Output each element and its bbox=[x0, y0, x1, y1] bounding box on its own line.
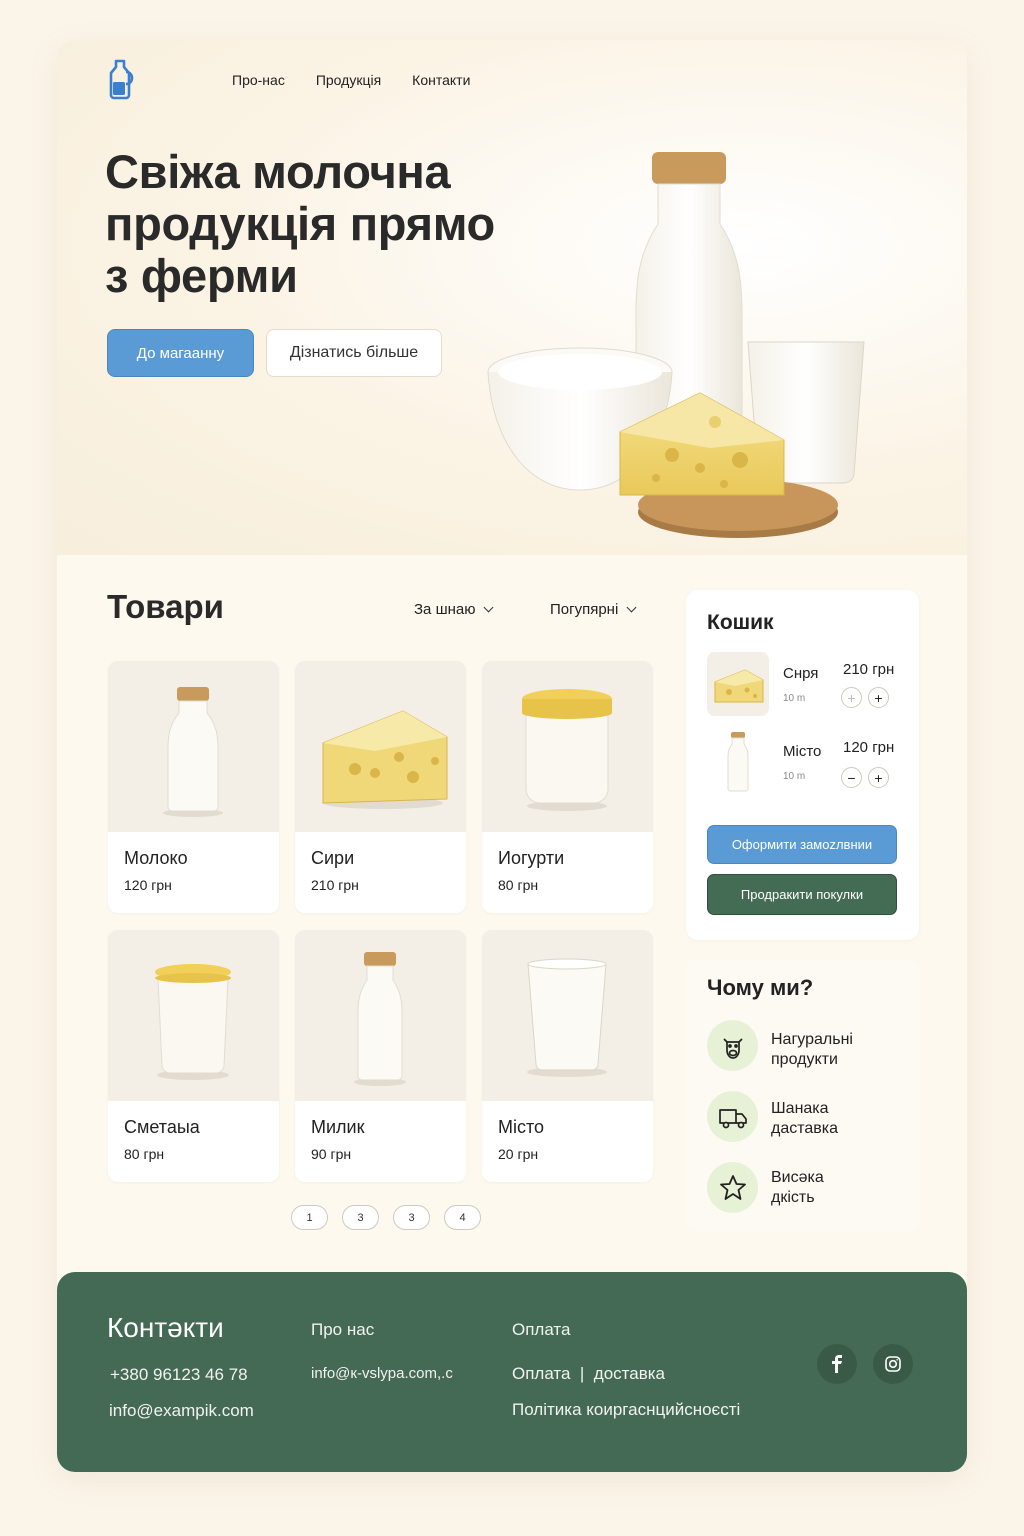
main-nav: Про-нас Продукція Контакти bbox=[232, 72, 470, 88]
product-price: 80 грн bbox=[498, 877, 539, 893]
page-button[interactable]: 4 bbox=[444, 1205, 481, 1230]
feature-text: Нагуральні продукти bbox=[771, 1030, 911, 1070]
cheese-icon bbox=[707, 652, 769, 716]
product-price: 80 грн bbox=[124, 1146, 165, 1162]
cart-item-name: Місто bbox=[783, 743, 822, 760]
why-us-title: Чому ми? bbox=[707, 975, 814, 1000]
nav-contacts[interactable]: Контакти bbox=[412, 72, 470, 88]
cart-item-price: 210 грн bbox=[843, 661, 895, 678]
nav-products[interactable]: Продукція bbox=[316, 72, 381, 88]
product-price: 120 грн bbox=[124, 877, 172, 893]
cheese-icon bbox=[295, 661, 466, 832]
feature-line: дкість bbox=[771, 1189, 815, 1206]
chevron-down-icon bbox=[484, 602, 494, 613]
page-button[interactable]: 3 bbox=[393, 1205, 430, 1230]
milk-bottle-icon bbox=[295, 930, 466, 1101]
product-card[interactable]: Молоко 120 грн bbox=[108, 661, 279, 913]
increase-quantity-button[interactable]: + bbox=[868, 687, 889, 708]
milk-bottle-icon bbox=[108, 661, 279, 832]
why-us-panel: Чому ми? Нагуральні продукти Шанака даст… bbox=[686, 960, 919, 1232]
product-card[interactable]: Місто 20 грн bbox=[482, 930, 653, 1182]
product-card[interactable]: Иогурти 80 грн bbox=[482, 661, 653, 913]
facebook-icon[interactable] bbox=[817, 1344, 857, 1384]
shop-button[interactable]: До магаанну bbox=[107, 329, 254, 377]
footer-payment-link[interactable]: Оплата bbox=[512, 1320, 570, 1340]
product-price: 210 грн bbox=[311, 877, 359, 893]
decrease-quantity-button[interactable]: − bbox=[841, 767, 862, 788]
cart-item-weight: 10 m bbox=[783, 771, 806, 782]
feature-line: продукти bbox=[771, 1051, 838, 1068]
nav-about[interactable]: Про-нас bbox=[232, 72, 285, 88]
feature-text: Висәка дкість bbox=[771, 1168, 911, 1208]
footer-phone[interactable]: +380 96123 46 78 bbox=[110, 1365, 248, 1385]
decrease-quantity-button[interactable]: + bbox=[841, 687, 862, 708]
feature-text: Шанака даставка bbox=[771, 1099, 911, 1139]
star-icon bbox=[707, 1162, 758, 1213]
products-title: Товари bbox=[107, 588, 224, 625]
product-card[interactable]: Сметаыа 80 грн bbox=[108, 930, 279, 1182]
sort-price-label: За шнаю bbox=[414, 601, 476, 618]
footer-about-link[interactable]: Про нас bbox=[311, 1320, 374, 1340]
feature-line: Висәка bbox=[771, 1169, 824, 1186]
hero-dairy-illustration bbox=[487, 152, 865, 538]
sort-popular-label: Погупярні bbox=[550, 601, 619, 618]
page-button[interactable]: 3 bbox=[342, 1205, 379, 1230]
cart-item-name: Снря bbox=[783, 665, 819, 682]
sort-by-popularity-dropdown[interactable]: Погупярні bbox=[550, 601, 637, 618]
milk-bottle-logo-icon[interactable] bbox=[104, 58, 138, 100]
learn-more-button[interactable]: Дізнатись більше bbox=[266, 329, 442, 377]
cow-icon bbox=[707, 1020, 758, 1071]
product-name: Місто bbox=[498, 1117, 545, 1137]
footer-contacts-title: Контәкти bbox=[107, 1312, 224, 1343]
pagination: 1 3 3 4 bbox=[291, 1205, 481, 1230]
product-card[interactable]: Милик 90 грн bbox=[295, 930, 466, 1182]
feature-line: Нагуральні bbox=[771, 1031, 853, 1048]
page-button[interactable]: 1 bbox=[291, 1205, 328, 1230]
product-price: 20 грн bbox=[498, 1146, 539, 1162]
product-name: Сметаыа bbox=[124, 1117, 200, 1137]
instagram-icon[interactable] bbox=[873, 1344, 913, 1384]
footer: Контәкти +380 96123 46 78 info@exampik.c… bbox=[57, 1272, 967, 1472]
footer-about-email[interactable]: info@к-vslypa.com,.c bbox=[311, 1365, 453, 1382]
product-price: 90 грн bbox=[311, 1146, 352, 1162]
cart-item-weight: 10 m bbox=[783, 693, 806, 704]
truck-icon bbox=[707, 1091, 758, 1142]
milk-bottle-icon bbox=[727, 732, 749, 792]
feature-line: даставка bbox=[771, 1120, 839, 1137]
footer-privacy-link[interactable]: Політика коиргаснцийсноєсті bbox=[512, 1400, 740, 1420]
footer-email[interactable]: info@exampik.com bbox=[109, 1401, 254, 1421]
product-card[interactable]: Сири 210 грн bbox=[295, 661, 466, 913]
footer-payment-delivery-link[interactable]: Оплата | доставка bbox=[512, 1364, 665, 1384]
product-name: Иогурти bbox=[498, 848, 565, 868]
product-name: Милик bbox=[311, 1117, 365, 1137]
cart-title: Кошик bbox=[707, 611, 774, 634]
product-name: Молоко bbox=[124, 848, 188, 868]
checkout-button[interactable]: Оформити замоzлвнии bbox=[707, 825, 897, 864]
yogurt-jar-icon bbox=[482, 661, 653, 832]
continue-shopping-button[interactable]: Продракити покулки bbox=[707, 874, 897, 915]
increase-quantity-button[interactable]: + bbox=[868, 767, 889, 788]
product-name: Сири bbox=[311, 848, 355, 868]
cart-panel: Кошик Снря 10 m 210 грн + + Місто 10 m 1… bbox=[686, 590, 919, 940]
sort-by-price-dropdown[interactable]: За шнаю bbox=[414, 601, 494, 618]
cart-item-price: 120 грн bbox=[843, 739, 895, 756]
sour-cream-cup-icon bbox=[108, 930, 279, 1101]
chevron-down-icon bbox=[626, 602, 637, 613]
feature-line: Шанака bbox=[771, 1100, 829, 1117]
milk-glass-icon bbox=[482, 930, 653, 1101]
